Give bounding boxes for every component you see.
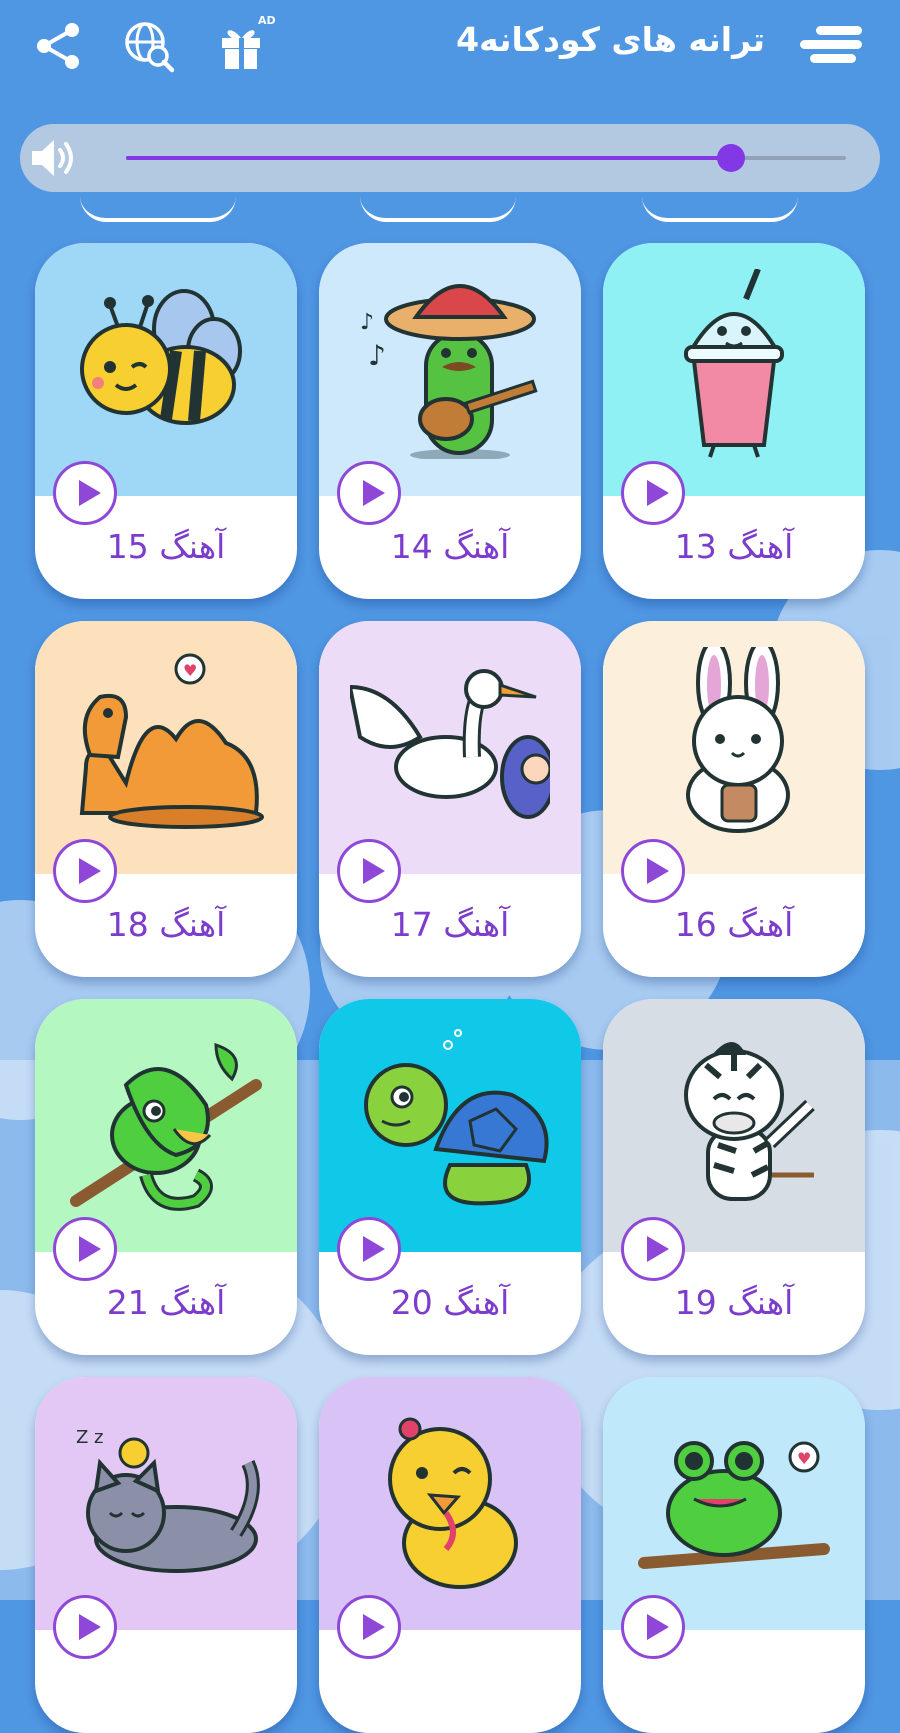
song-label: آهنگ 14	[390, 527, 510, 566]
song-card[interactable]: Z z	[35, 1377, 297, 1733]
turtle-illustration	[364, 1029, 549, 1206]
cactus-guitar-illustration: ♪♪	[360, 284, 538, 459]
song-card[interactable]: آهنگ 20	[319, 999, 581, 1355]
camel-illustration: ♥	[79, 653, 264, 829]
song-card[interactable]: ♥ آهنگ 18	[35, 621, 297, 977]
card-image	[603, 243, 865, 496]
song-card[interactable]	[319, 1377, 581, 1733]
card-image	[35, 999, 297, 1252]
play-button[interactable]	[337, 1217, 401, 1281]
previous-row-card-edge	[80, 196, 236, 222]
app-title: ترانه های کودکانه4	[456, 20, 765, 59]
card-image	[603, 999, 865, 1252]
song-card[interactable]: ♥	[603, 1377, 865, 1733]
play-button[interactable]	[53, 1217, 117, 1281]
play-button[interactable]	[53, 1595, 117, 1659]
ad-badge: AD	[258, 14, 276, 27]
volume-slider-fill	[126, 156, 731, 160]
song-label: آهنگ 21	[106, 1283, 226, 1322]
play-button[interactable]	[621, 839, 685, 903]
card-image: ♥	[35, 621, 297, 874]
juice-cup-illustration	[684, 269, 784, 458]
play-button[interactable]	[621, 1595, 685, 1659]
volume-bar	[20, 124, 880, 192]
play-button[interactable]	[621, 1217, 685, 1281]
chick-illustration	[388, 1417, 518, 1589]
song-card[interactable]: آهنگ 16	[603, 621, 865, 977]
previous-row-card-edge	[642, 196, 798, 222]
card-image	[35, 243, 297, 496]
card-image	[603, 621, 865, 874]
song-grid: آهنگ 15 ♪ ♪ آهنگ 14 آهنگ 13 ♥ آهنگ 18 آه…	[0, 0, 900, 1733]
play-button[interactable]	[337, 461, 401, 525]
song-card[interactable]: آهنگ 13	[603, 243, 865, 599]
app-header: AD ترانه های کودکانه4	[0, 0, 900, 100]
svg-text:Z z: Z z	[76, 1427, 104, 1448]
card-image	[319, 1377, 581, 1630]
play-button[interactable]	[53, 461, 117, 525]
song-card[interactable]: آهنگ 15	[35, 243, 297, 599]
song-label: آهنگ 15	[106, 527, 226, 566]
play-button[interactable]	[337, 1595, 401, 1659]
globe-search-icon[interactable]	[122, 18, 178, 74]
song-card[interactable]: ♪ ♪ آهنگ 14	[319, 243, 581, 599]
frog-illustration: ♥	[638, 1441, 830, 1569]
song-card[interactable]: آهنگ 17	[319, 621, 581, 977]
sleeping-cat-illustration: Z z	[76, 1427, 260, 1573]
volume-slider-thumb[interactable]	[716, 144, 745, 172]
song-label: آهنگ 20	[390, 1283, 510, 1322]
svg-text:♥: ♥	[183, 661, 197, 680]
song-label: آهنگ 13	[674, 527, 794, 566]
svg-text:♥: ♥	[797, 1449, 811, 1468]
card-image	[319, 999, 581, 1252]
svg-text:♪: ♪	[360, 310, 374, 335]
song-label: آهنگ 17	[390, 905, 510, 944]
speaker-icon[interactable]	[30, 136, 76, 180]
song-label: آهنگ 19	[674, 1283, 794, 1322]
play-button[interactable]	[621, 461, 685, 525]
volume-slider[interactable]	[126, 144, 846, 172]
chameleon-illustration	[70, 1042, 262, 1211]
svg-text:♪: ♪	[368, 339, 386, 372]
stork-baby-illustration	[350, 669, 550, 819]
song-card[interactable]: آهنگ 19	[603, 999, 865, 1355]
menu-icon[interactable]	[796, 22, 866, 68]
share-icon[interactable]	[30, 18, 86, 74]
bunny-illustration	[686, 647, 790, 833]
card-image	[319, 621, 581, 874]
song-label: آهنگ 16	[674, 905, 794, 944]
zebra-illustration	[684, 1042, 815, 1201]
card-image: ♥	[603, 1377, 865, 1630]
play-button[interactable]	[53, 839, 117, 903]
previous-row-card-edge	[360, 196, 516, 222]
card-image: ♪ ♪	[319, 243, 581, 496]
card-image: Z z	[35, 1377, 297, 1630]
song-label: آهنگ 18	[106, 905, 226, 944]
song-card[interactable]: آهنگ 21	[35, 999, 297, 1355]
play-button[interactable]	[337, 839, 401, 903]
bee-illustration	[80, 289, 242, 425]
